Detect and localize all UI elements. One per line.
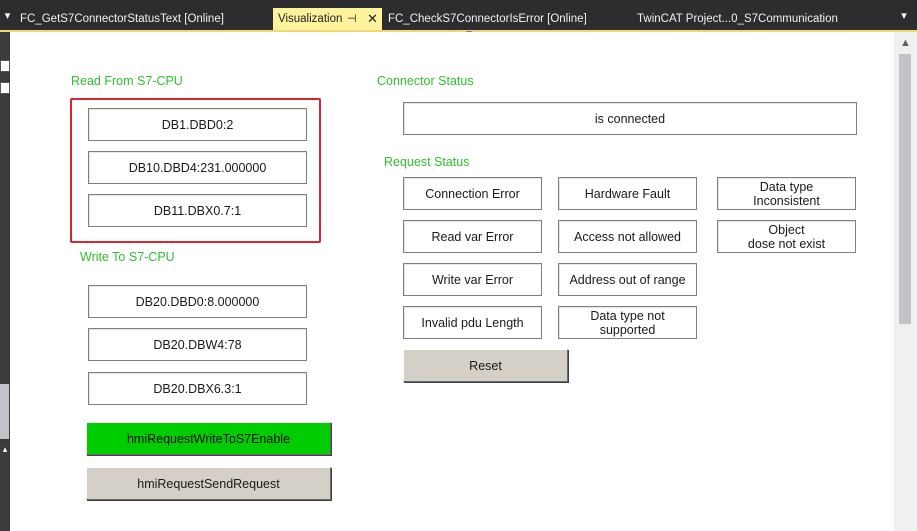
document-tab-strip: ▾ FC_GetS7ConnectorStatusText [Online] V… bbox=[0, 0, 917, 32]
status-connection-error: Connection Error bbox=[403, 177, 542, 210]
toolbox-icon[interactable] bbox=[0, 60, 10, 72]
left-tool-strip: ▴ bbox=[0, 32, 10, 531]
request-status-heading: Request Status bbox=[384, 155, 470, 169]
send-request-button[interactable]: hmiRequestSendRequest bbox=[86, 467, 331, 500]
write-value-db20-dbw4[interactable]: DB20.DBW4:78 bbox=[88, 328, 307, 361]
pin-icon[interactable]: ⊣ bbox=[347, 8, 357, 30]
tab-label: Visualization bbox=[278, 13, 343, 25]
status-object-does-not-exist: Object dose not exist bbox=[717, 220, 856, 253]
read-section-heading: Read From S7-CPU bbox=[71, 74, 183, 88]
status-hardware-fault: Hardware Fault bbox=[558, 177, 697, 210]
tab-visualization[interactable]: Visualization ⊣ ✕ bbox=[273, 8, 382, 30]
connector-status-heading: Connector Status bbox=[377, 74, 474, 88]
status-invalid-pdu-length: Invalid pdu Length bbox=[403, 306, 542, 339]
read-value-db1: DB1.DBD0:2 bbox=[88, 108, 307, 141]
left-scrollbar-thumb[interactable] bbox=[0, 384, 9, 439]
close-icon[interactable]: ✕ bbox=[367, 8, 378, 30]
status-address-out-of-range: Address out of range bbox=[558, 263, 697, 296]
tab-dropdown-icon[interactable]: ▾ bbox=[2, 10, 13, 22]
status-write-var-error: Write var Error bbox=[403, 263, 542, 296]
tab-fc-check-s7-connector-is-error[interactable]: FC_CheckS7ConnectorIsError [Online] bbox=[388, 9, 587, 29]
read-value-db10: DB10.DBD4:231.000000 bbox=[88, 151, 307, 184]
tab-label: FC_GetS7ConnectorStatusText [Online] bbox=[20, 13, 224, 25]
vertical-scrollbar[interactable]: ▲ bbox=[894, 32, 917, 531]
tabs-menu-icon[interactable]: ▾ bbox=[898, 10, 910, 22]
status-data-type-not-supported: Data type not supported bbox=[558, 306, 697, 339]
write-enable-button[interactable]: hmiRequestWriteToS7Enable bbox=[86, 422, 331, 455]
read-value-db11: DB11.DBX0.7:1 bbox=[88, 194, 307, 227]
write-value-db20-dbd0[interactable]: DB20.DBD0:8.000000 bbox=[88, 285, 307, 318]
tab-twincat-project[interactable]: TwinCAT Project...0_S7Communication bbox=[637, 9, 838, 29]
toolbox-icon[interactable] bbox=[0, 82, 10, 94]
reset-button[interactable]: Reset bbox=[403, 349, 568, 382]
tab-label: FC_CheckS7ConnectorIsError [Online] bbox=[388, 13, 587, 25]
tab-fc-get-s7-connector-status-text[interactable]: FC_GetS7ConnectorStatusText [Online] bbox=[20, 9, 224, 29]
status-access-not-allowed: Access not allowed bbox=[558, 220, 697, 253]
scroll-up-icon[interactable]: ▲ bbox=[894, 36, 917, 50]
visualization-canvas: Read From S7-CPU DB1.DBD0:2 DB10.DBD4:23… bbox=[10, 32, 894, 531]
write-section-heading: Write To S7-CPU bbox=[80, 250, 175, 264]
tab-label: TwinCAT Project...0_S7Communication bbox=[637, 13, 838, 25]
status-read-var-error: Read var Error bbox=[403, 220, 542, 253]
status-data-type-inconsistent: Data type Inconsistent bbox=[717, 177, 856, 210]
scroll-up-icon[interactable]: ▴ bbox=[0, 442, 10, 456]
scrollbar-thumb[interactable] bbox=[899, 54, 911, 324]
write-value-db20-dbx6[interactable]: DB20.DBX6.3:1 bbox=[88, 372, 307, 405]
connector-status-value: is connected bbox=[403, 102, 857, 135]
